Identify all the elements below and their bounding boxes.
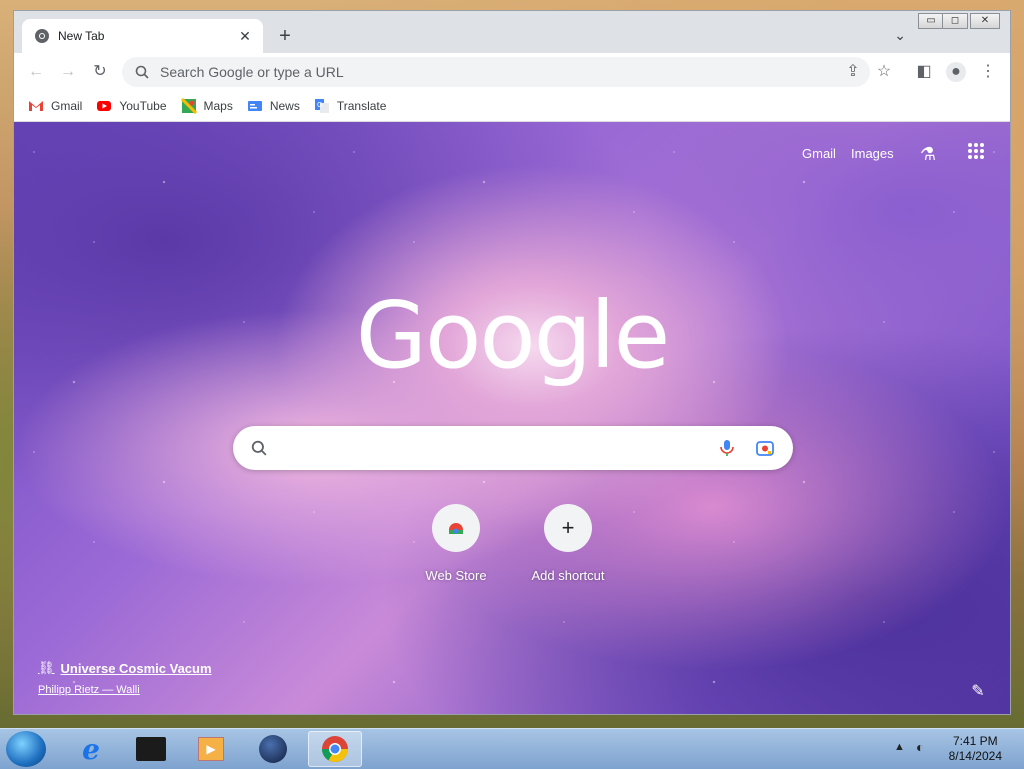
title-bar: New Tab ✕ + ⌄ ▭ ◻ ✕ [14,11,1010,53]
maps-icon [180,98,197,114]
shortcut-web-store[interactable]: Web Store [400,504,512,583]
share-icon[interactable]: ⇪ [843,62,863,82]
taskbar-media-box-icon[interactable] [124,731,178,767]
chrome-favicon-icon [35,29,49,43]
news-icon [247,101,262,111]
search-icon [251,440,267,456]
chrome-window: New Tab ✕ + ⌄ ▭ ◻ ✕ ← → ↻ ⇪ ☆ ◧ ● ⋮ Gmai… [13,10,1011,715]
bookmark-label: Gmail [51,99,83,113]
reload-icon[interactable]: ↻ [90,62,110,82]
bookmark-gmail[interactable]: Gmail [28,98,82,114]
bookmark-label: Translate [336,99,387,113]
forward-arrow-icon[interactable]: → [58,62,78,82]
toolbar: ← → ↻ ⇪ ☆ ◧ ● ⋮ [14,53,1010,91]
search-icon [135,65,149,79]
taskbar-globe-icon[interactable] [246,731,300,767]
new-tab-button[interactable]: + [274,25,296,47]
gmail-icon [29,101,43,111]
youtube-icon [97,101,112,111]
bookmark-news[interactable]: News [247,98,300,114]
bookmark-label: Maps [203,99,233,113]
google-logo: Google [355,282,670,389]
apps-grid-icon[interactable] [964,142,988,166]
taskbar-ie-icon[interactable]: e [64,731,118,767]
shortcut-add[interactable]: + Add shortcut [512,504,624,583]
chrome-icon [321,736,349,763]
clock-date: 8/14/2024 [948,749,1002,763]
gmail-link[interactable]: Gmail [802,146,836,161]
bookmark-youtube[interactable]: YouTube [96,98,167,114]
plus-icon: + [544,504,592,552]
translate-icon: G [314,99,329,113]
ntp-search-input[interactable] [279,438,717,458]
link-icon: ⛓ [38,660,55,675]
attribution-title: Universe Cosmic Vacum [60,660,212,676]
tab-title: New Tab [58,29,105,43]
network-icon[interactable]: ◐ [916,739,924,755]
tab-close-icon[interactable]: ✕ [235,28,255,45]
labs-flask-icon[interactable]: ⚗ [916,142,940,166]
minimize-button[interactable]: ▭ [918,13,944,29]
start-button[interactable] [6,731,46,767]
maximize-button[interactable]: ◻ [942,13,968,29]
address-bar-input[interactable] [158,63,802,81]
tray-expand-icon[interactable]: ▲ [894,741,905,753]
voice-search-icon[interactable] [717,438,737,458]
back-arrow-icon[interactable]: ← [26,62,46,82]
windows-taskbar: e ▶ ▲ ◐ 7:41 PM 8/14/2024 [0,728,1024,769]
galaxy-background [14,122,1010,714]
lens-camera-icon[interactable] [755,438,775,458]
menu-kebab-icon[interactable]: ⋮ [978,62,998,82]
svg-text:G: G [317,102,322,109]
shortcut-label: Web Store [425,568,487,583]
attribution-author[interactable]: Philipp Rietz — Walli [38,684,212,696]
taskbar-media-player-icon[interactable]: ▶ [184,731,238,767]
background-attribution: ⛓ Universe Cosmic Vacum Philipp Rietz — … [38,660,212,696]
webstore-icon [432,504,480,552]
customize-pencil-icon[interactable]: ✎ [966,680,990,704]
bookmarks-bar: Gmail YouTube Maps News G Translate [14,91,1010,122]
bookmark-translate[interactable]: G Translate [314,98,387,114]
system-clock[interactable]: 7:41 PM 8/14/2024 [949,734,1002,764]
attribution-title-link[interactable]: ⛓ Universe Cosmic Vacum [38,660,212,676]
side-panel-icon[interactable]: ◧ [914,62,934,82]
shortcut-label: Add shortcut [531,568,605,583]
bookmark-label: News [269,99,300,113]
bookmark-star-icon[interactable]: ☆ [874,62,894,82]
bookmark-maps[interactable]: Maps [180,98,233,114]
images-link[interactable]: Images [851,146,894,161]
new-tab-page: Gmail Images ⚗ Google Web Store + Add sh… [14,122,1010,714]
apps-grid-svg [968,143,984,159]
tab-search-chevron-icon[interactable]: ⌄ [894,27,906,44]
clock-time: 7:41 PM [952,734,998,748]
close-window-button[interactable]: ✕ [970,13,1000,29]
omnibox[interactable] [122,57,870,87]
tab-new-tab[interactable]: New Tab ✕ [22,19,263,53]
taskbar-chrome-icon[interactable] [308,731,362,767]
profile-avatar-icon[interactable]: ● [946,62,966,82]
bookmark-label: YouTube [119,99,167,113]
ntp-search-box[interactable] [233,426,793,470]
